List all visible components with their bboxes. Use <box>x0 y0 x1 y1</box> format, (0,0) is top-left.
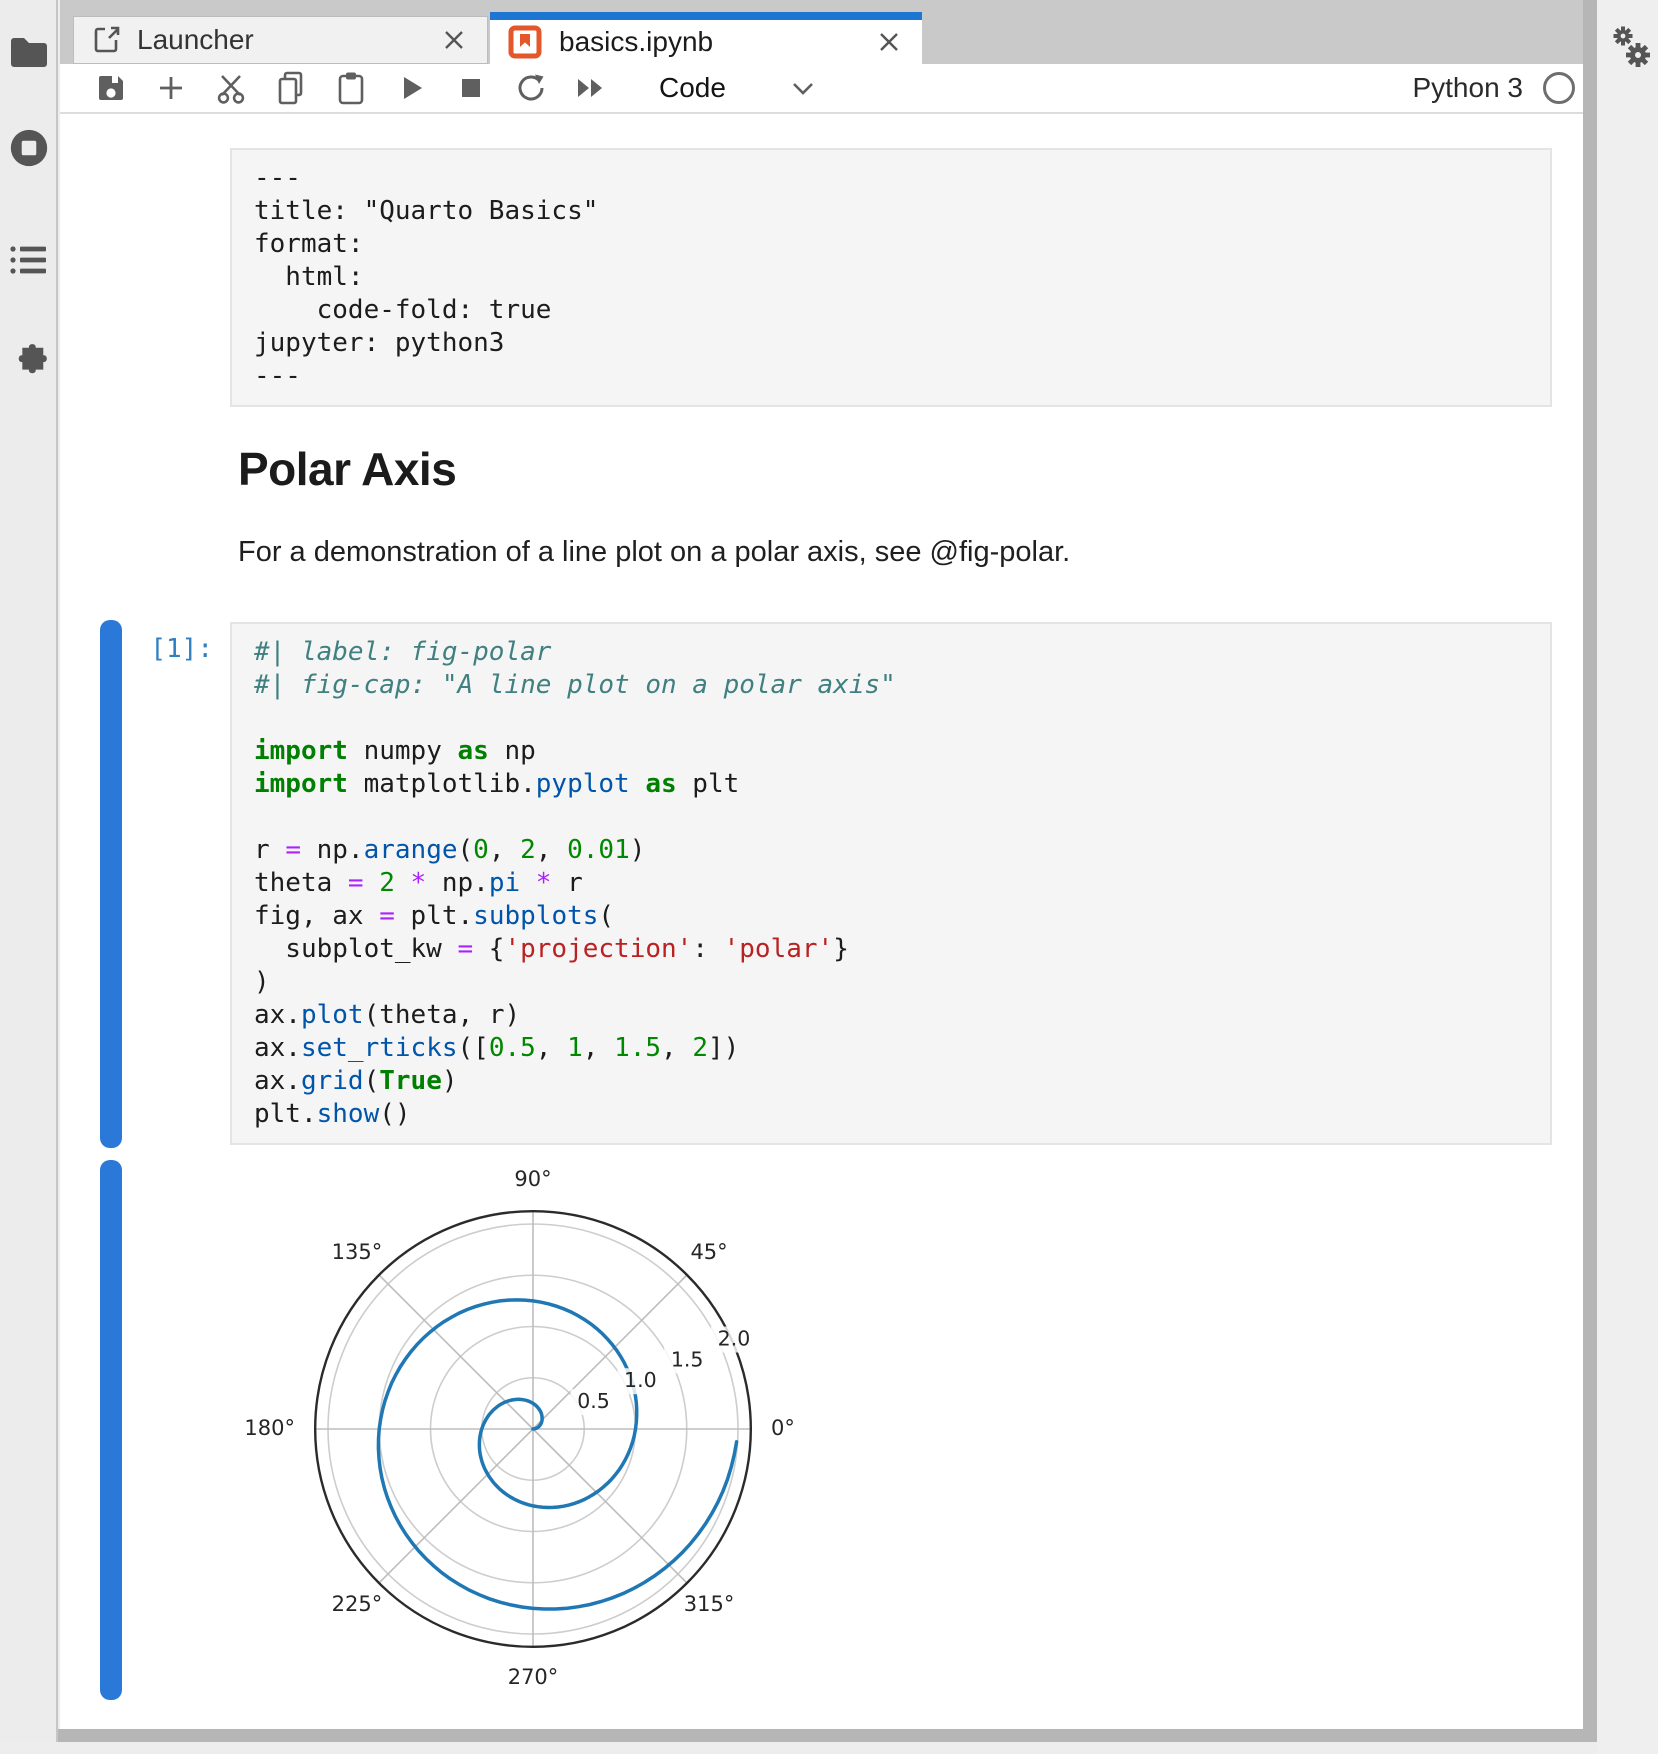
tab-launcher[interactable]: Launcher <box>73 16 488 64</box>
svg-text:0.5: 0.5 <box>577 1389 610 1413</box>
cell-type-select[interactable]: Code <box>659 72 726 104</box>
window-border-bottom <box>0 1729 1597 1742</box>
save-icon <box>95 72 127 104</box>
svg-text:2.0: 2.0 <box>718 1327 751 1351</box>
notebook-content: --- title: "Quarto Basics" format: html:… <box>60 116 1583 1729</box>
chevron-down-icon[interactable] <box>788 76 818 100</box>
launcher-icon <box>92 25 122 55</box>
svg-text:45°: 45° <box>690 1240 727 1264</box>
scissors-icon <box>214 71 248 105</box>
raw-cell-yaml[interactable]: --- title: "Quarto Basics" format: html:… <box>230 148 1552 407</box>
window-border-right <box>1583 0 1597 1742</box>
svg-text:180°: 180° <box>244 1416 295 1440</box>
code-cell-collapser[interactable] <box>100 620 122 1148</box>
code-cell-text: #| label: fig-polar#| fig-cap: "A line p… <box>254 636 1528 1131</box>
svg-text:270°: 270° <box>508 1665 559 1689</box>
svg-text:1.5: 1.5 <box>671 1347 704 1371</box>
clipboard-icon <box>335 71 367 105</box>
restart-icon <box>515 72 547 104</box>
interrupt-kernel-button[interactable] <box>454 70 488 106</box>
notebook-toolbar: Code Python 3 <box>60 64 1583 114</box>
cut-cell-button[interactable] <box>214 70 248 106</box>
markdown-paragraph: For a demonstration of a line plot on a … <box>238 536 1070 569</box>
sidebar-item-table-of-contents[interactable] <box>9 238 49 282</box>
jupyterlab-window: Launcher basics.ipynb <box>0 0 1658 1754</box>
paste-cell-button[interactable] <box>334 70 368 106</box>
copy-icon <box>275 71 307 105</box>
puzzle-icon <box>9 341 49 383</box>
tab-bar: Launcher basics.ipynb <box>60 0 1583 64</box>
svg-text:135°: 135° <box>332 1240 383 1264</box>
close-tab-launcher-icon[interactable] <box>439 25 469 55</box>
tab-basics-ipynb[interactable]: basics.ipynb <box>490 12 922 64</box>
folder-icon <box>9 35 49 69</box>
execution-count: [1]: <box>60 634 213 664</box>
stop-icon <box>457 74 485 102</box>
copy-cell-button[interactable] <box>274 70 308 106</box>
svg-text:315°: 315° <box>684 1592 735 1616</box>
left-activity-bar <box>0 0 58 1742</box>
code-cell-editor[interactable]: #| label: fig-polar#| fig-cap: "A line p… <box>230 622 1552 1145</box>
svg-text:1.0: 1.0 <box>624 1368 657 1392</box>
polar-plot-output: 0° 45° 90° 135° 180° 225° 270° 315° 0.5 1.0 1.5 2.0 <box>236 1162 876 1722</box>
main-dock-panel: Launcher basics.ipynb <box>60 0 1583 1729</box>
desktop-bottom-strip <box>0 1742 1658 1754</box>
markdown-heading: Polar Axis <box>238 442 456 496</box>
notebook-icon <box>508 25 542 59</box>
desktop-right-strip <box>1597 0 1658 1754</box>
svg-text:225°: 225° <box>332 1592 383 1616</box>
fast-forward-icon <box>574 73 608 103</box>
restart-run-all-button[interactable] <box>574 70 608 106</box>
kernel-name[interactable]: Python 3 <box>1412 72 1523 104</box>
svg-text:90°: 90° <box>514 1167 551 1191</box>
svg-text:0°: 0° <box>771 1416 795 1440</box>
close-tab-basics-icon[interactable] <box>874 27 904 57</box>
run-icon <box>396 73 426 103</box>
output-collapser[interactable] <box>100 1160 122 1700</box>
kernel-status-icon[interactable] <box>1543 72 1575 104</box>
run-button[interactable] <box>394 70 428 106</box>
gears-icon[interactable] <box>1609 24 1655 74</box>
sidebar-item-file-browser[interactable] <box>9 30 49 74</box>
sidebar-item-running-kernels[interactable] <box>9 126 49 170</box>
stop-circle-icon <box>9 126 49 170</box>
list-icon <box>10 244 48 276</box>
sidebar-item-extension-manager[interactable] <box>9 340 49 384</box>
save-button[interactable] <box>94 70 128 106</box>
tab-launcher-label: Launcher <box>137 24 254 56</box>
restart-kernel-button[interactable] <box>514 70 548 106</box>
insert-cell-button[interactable] <box>154 70 188 106</box>
tab-basics-label: basics.ipynb <box>559 26 713 58</box>
plus-icon <box>156 73 186 103</box>
raw-cell-text: --- title: "Quarto Basics" format: html:… <box>254 162 1528 393</box>
